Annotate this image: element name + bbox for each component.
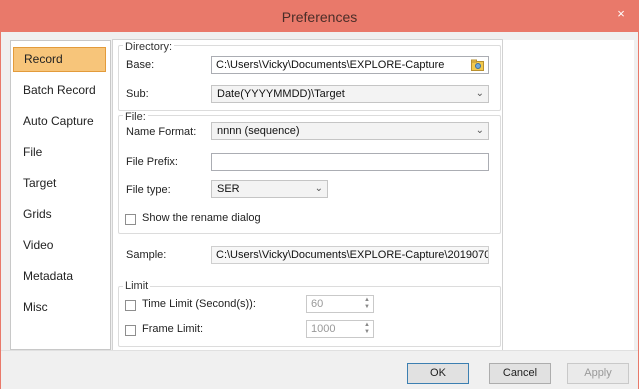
sidebar: Record Batch Record Auto Capture File Ta… xyxy=(10,40,111,350)
chevron-down-icon: ⌄ xyxy=(314,183,323,194)
apply-button[interactable]: Apply xyxy=(567,363,629,384)
frame-limit-checkbox[interactable] xyxy=(125,325,136,336)
directory-legend: Directory: xyxy=(123,41,175,53)
sidebar-item-target[interactable]: Target xyxy=(13,171,106,196)
spin-down-icon[interactable]: ▼ xyxy=(362,304,372,311)
chevron-down-icon: ⌄ xyxy=(475,125,484,136)
sample-path-field[interactable]: C:\Users\Vicky\Documents\EXPLORE-Capture… xyxy=(211,246,489,264)
base-path-value: C:\Users\Vicky\Documents\EXPLORE-Capture xyxy=(216,59,445,71)
cancel-button[interactable]: Cancel xyxy=(489,363,551,384)
title-bar[interactable]: Preferences × xyxy=(1,1,638,32)
frame-limit-label: Frame Limit: xyxy=(142,323,204,335)
sidebar-item-batch-record[interactable]: Batch Record xyxy=(13,78,106,103)
name-format-value: nnnn (sequence) xyxy=(217,125,300,137)
limit-legend: Limit xyxy=(123,280,151,292)
rename-dialog-label: Show the rename dialog xyxy=(142,212,261,224)
file-type-select[interactable]: SER ⌄ xyxy=(211,180,328,198)
spin-up-icon[interactable]: ▲ xyxy=(362,322,372,329)
ok-button[interactable]: OK xyxy=(407,363,469,384)
base-path-field[interactable]: C:\Users\Vicky\Documents\EXPLORE-Capture xyxy=(211,56,489,74)
chevron-down-icon: ⌄ xyxy=(475,88,484,99)
sidebar-item-misc[interactable]: Misc xyxy=(13,295,106,320)
name-format-label: Name Format: xyxy=(126,126,197,138)
file-type-label: File type: xyxy=(126,184,171,196)
name-format-select[interactable]: nnnn (sequence) ⌄ xyxy=(211,122,489,140)
frame-limit-value: 1000 xyxy=(311,323,336,335)
sidebar-item-auto-capture[interactable]: Auto Capture xyxy=(13,109,106,134)
spin-down-icon[interactable]: ▼ xyxy=(362,329,372,336)
sub-folder-value: Date(YYYYMMDD)\Target xyxy=(217,88,345,100)
file-type-value: SER xyxy=(217,183,240,195)
file-prefix-label: File Prefix: xyxy=(126,156,178,168)
folder-browse-icon[interactable] xyxy=(471,59,484,71)
sub-label: Sub: xyxy=(126,88,149,100)
window-title: Preferences xyxy=(281,9,358,25)
file-prefix-input[interactable] xyxy=(211,153,489,171)
sidebar-item-metadata[interactable]: Metadata xyxy=(13,264,106,289)
preferences-window: Preferences × Record Batch Record Auto C… xyxy=(0,0,639,389)
time-limit-spinner[interactable]: 60 ▲ ▼ xyxy=(306,295,374,313)
time-limit-label: Time Limit (Second(s)): xyxy=(142,298,256,310)
close-icon[interactable]: × xyxy=(614,7,628,21)
spin-up-icon[interactable]: ▲ xyxy=(362,297,372,304)
sidebar-item-file[interactable]: File xyxy=(13,140,106,165)
sample-label: Sample: xyxy=(126,249,167,261)
file-legend: File: xyxy=(123,111,148,123)
time-limit-value: 60 xyxy=(311,298,324,310)
sidebar-item-record[interactable]: Record xyxy=(13,47,106,72)
sub-folder-select[interactable]: Date(YYYYMMDD)\Target ⌄ xyxy=(211,85,489,103)
base-label: Base: xyxy=(126,59,155,71)
time-limit-checkbox[interactable] xyxy=(125,300,136,311)
rename-dialog-checkbox[interactable] xyxy=(125,214,136,225)
sidebar-item-video[interactable]: Video xyxy=(13,233,106,258)
sidebar-item-grids[interactable]: Grids xyxy=(13,202,106,227)
frame-limit-spinner[interactable]: 1000 ▲ ▼ xyxy=(306,320,374,338)
